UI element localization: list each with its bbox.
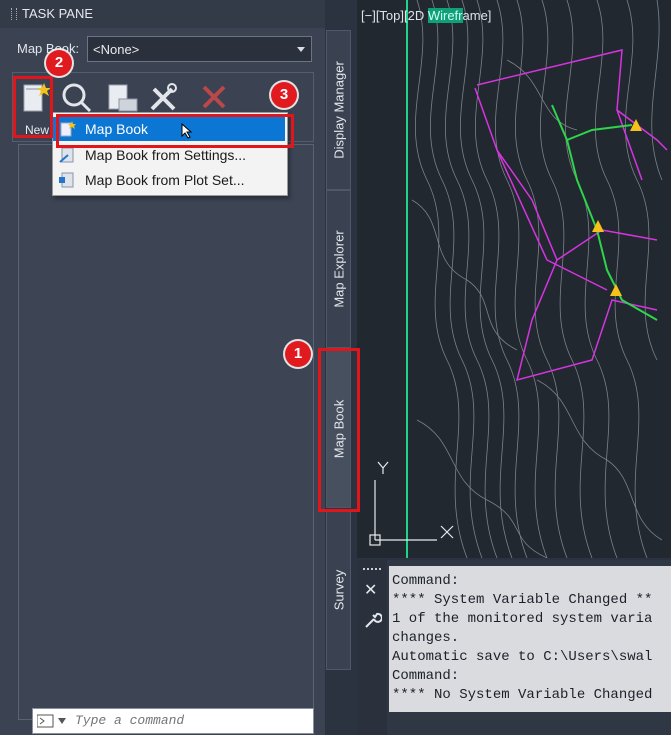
task-pane-header[interactable]: TASK PANE: [0, 0, 325, 28]
tab-display-manager[interactable]: Display Manager: [326, 30, 351, 190]
command-input-box[interactable]: [32, 708, 314, 734]
tab-label: Survey: [331, 569, 346, 611]
tab-map-explorer[interactable]: Map Explorer: [326, 190, 351, 348]
contour-map: [369, 0, 668, 558]
task-pane-title: TASK PANE: [22, 6, 94, 21]
callout-badge-3: 3: [271, 82, 297, 108]
drawing-viewport[interactable]: [−][Top][2D Wireframe]: [357, 0, 671, 558]
tab-label: Display Manager: [331, 61, 346, 159]
settings-book-icon: [59, 147, 74, 163]
plot-set-icon: [59, 172, 74, 188]
callout-badge-2: 2: [46, 50, 72, 76]
command-line-window: ✕ Command: **** System Variable Changed *…: [357, 560, 671, 735]
tab-survey[interactable]: Survey: [326, 510, 351, 670]
command-input[interactable]: [73, 712, 313, 729]
close-icon[interactable]: ✕: [364, 580, 377, 600]
map-book-select[interactable]: <None>: [87, 36, 312, 62]
viewport-controls-label[interactable]: [−][Top][2D Wireframe]: [361, 8, 491, 23]
callout-badge-1: 1: [285, 341, 311, 367]
wrench-icon[interactable]: [362, 610, 382, 630]
grip-icon[interactable]: [11, 8, 17, 20]
tools-icon: [150, 83, 177, 111]
settings-button[interactable]: [146, 81, 180, 115]
highlight-map-book-tab: [318, 348, 360, 512]
tab-label: Map Explorer: [331, 230, 346, 308]
menu-item-map-book-from-plot-set[interactable]: Map Book from Plot Set...: [53, 168, 285, 192]
preview-button[interactable]: [60, 81, 94, 115]
publish-icon: [108, 84, 138, 112]
delete-button[interactable]: [198, 81, 232, 115]
map-book-tree-panel[interactable]: [18, 144, 314, 720]
command-line-side-bar: ✕: [357, 560, 387, 735]
highlight-new-button: [13, 76, 53, 138]
chevron-down-icon: [297, 47, 305, 52]
magnifier-icon: [62, 83, 92, 113]
command-prompt-icon[interactable]: [37, 714, 69, 728]
close-icon: [202, 85, 226, 109]
publish-button[interactable]: [105, 81, 139, 115]
grip-icon[interactable]: [363, 568, 381, 574]
highlight-map-book-item: [56, 114, 294, 148]
ucs-icon: [369, 461, 454, 546]
menu-item-label: Map Book from Settings...: [85, 147, 247, 163]
command-history: Command: **** System Variable Changed ** 1…: [389, 566, 671, 712]
map-book-select-value: <None>: [93, 42, 140, 57]
menu-item-label: Map Book from Plot Set...: [85, 172, 245, 188]
